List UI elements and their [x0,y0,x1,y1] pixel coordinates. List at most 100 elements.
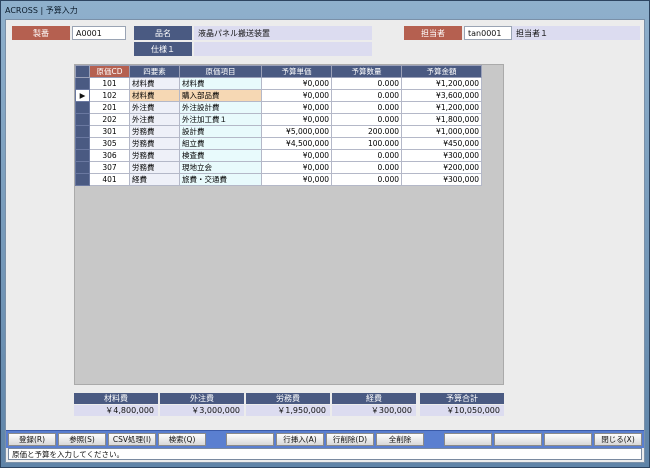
col-header-kingaku[interactable]: 予算金額 [401,65,482,78]
tanto-label: 担当者 [404,26,462,40]
sum-romu-label: 労務費 [246,393,330,404]
gyou-sounyu-button[interactable]: 行挿入(A) [276,433,324,446]
cell-youso[interactable]: 経費 [129,173,180,186]
cell-suryo[interactable]: 0.000 [331,89,402,102]
cell-cd[interactable]: 201 [89,101,130,114]
cell-tanka[interactable]: ¥0,000 [261,77,332,90]
sansho-button[interactable]: 参照(S) [58,433,106,446]
cell-kingaku[interactable]: ¥450,000 [401,137,482,150]
col-header-suryo[interactable]: 予算数量 [331,65,402,78]
cell-suryo[interactable]: 0.000 [331,173,402,186]
gyou-sakujo-button[interactable]: 行削除(D) [326,433,374,446]
cell-suryo[interactable]: 0.000 [331,101,402,114]
seiban-input[interactable]: A0001 [72,26,126,40]
cell-kingaku[interactable]: ¥200,000 [401,161,482,174]
row-header[interactable] [75,137,90,150]
cell-cd[interactable]: 401 [89,173,130,186]
cell-tanka[interactable]: ¥0,000 [261,101,332,114]
kensaku-button[interactable]: 検索(Q) [158,433,206,446]
blank-button-3[interactable] [494,433,542,446]
cell-suryo[interactable]: 0.000 [331,149,402,162]
cell-suryo[interactable]: 100.000 [331,137,402,150]
cell-tanka[interactable]: ¥0,000 [261,89,332,102]
cell-koumoku[interactable]: 外注加工費１ [179,113,262,126]
cell-cd[interactable]: 101 [89,77,130,90]
row-header[interactable] [75,125,90,138]
cell-youso[interactable]: 労務費 [129,161,180,174]
cell-koumoku[interactable]: 現地立会 [179,161,262,174]
row-header[interactable] [75,101,90,114]
blank-button-4[interactable] [544,433,592,446]
cell-cd[interactable]: 301 [89,125,130,138]
cell-suryo[interactable]: 0.000 [331,113,402,126]
cell-koumoku[interactable]: 材料費 [179,77,262,90]
sum-total-value: ￥10,050,000 [420,405,504,416]
sum-keihi-value: ￥300,000 [332,405,416,416]
zen-sakujo-button[interactable]: 全削除 [376,433,424,446]
cell-tanka[interactable]: ¥0,000 [261,149,332,162]
selected-row-marker-icon[interactable]: ▶ [75,89,90,102]
table-row[interactable]: 202 外注費 外注加工費１ ¥0,000 0.000 ¥1,800,000 [75,113,482,126]
cell-kingaku[interactable]: ¥1,800,000 [401,113,482,126]
cell-kingaku[interactable]: ¥1,200,000 [401,77,482,90]
cell-suryo[interactable]: 0.000 [331,161,402,174]
col-header-koumoku[interactable]: 原価項目 [179,65,262,78]
table-row[interactable]: 306 労務費 検査費 ¥0,000 0.000 ¥300,000 [75,149,482,162]
col-header-cd[interactable]: 原価CD [89,65,130,78]
cell-tanka[interactable]: ¥0,000 [261,161,332,174]
table-row[interactable]: 301 労務費 設計費 ¥5,000,000 200.000 ¥1,000,00… [75,125,482,138]
cell-kingaku[interactable]: ¥1,000,000 [401,125,482,138]
row-header[interactable] [75,161,90,174]
cell-koumoku[interactable]: 外注設計費 [179,101,262,114]
table-row[interactable]: 101 材料費 材料費 ¥0,000 0.000 ¥1,200,000 [75,77,482,90]
row-header[interactable] [75,77,90,90]
row-header[interactable] [75,113,90,126]
cell-youso[interactable]: 労務費 [129,125,180,138]
cell-cd[interactable]: 307 [89,161,130,174]
cell-suryo[interactable]: 0.000 [331,77,402,90]
cell-youso[interactable]: 外注費 [129,101,180,114]
cell-kingaku[interactable]: ¥300,000 [401,173,482,186]
cell-youso[interactable]: 労務費 [129,137,180,150]
shiyo-value [194,42,372,56]
cell-kingaku[interactable]: ¥1,200,000 [401,101,482,114]
touroku-button[interactable]: 登録(R) [8,433,56,446]
cell-youso[interactable]: 材料費 [129,77,180,90]
col-header-tanka[interactable]: 予算単価 [261,65,332,78]
table-row[interactable]: 201 外注費 外注設計費 ¥0,000 0.000 ¥1,200,000 [75,101,482,114]
cell-youso[interactable]: 外注費 [129,113,180,126]
grid-header-row: 原価CD 四要素 原価項目 予算単価 予算数量 予算金額 [75,65,482,78]
cell-tanka[interactable]: ¥0,000 [261,113,332,126]
table-row[interactable]: 307 労務費 現地立会 ¥0,000 0.000 ¥200,000 [75,161,482,174]
cell-suryo[interactable]: 200.000 [331,125,402,138]
cell-koumoku[interactable]: 検査費 [179,149,262,162]
cell-tanka[interactable]: ¥0,000 [261,173,332,186]
cell-kingaku[interactable]: ¥300,000 [401,149,482,162]
cell-koumoku[interactable]: 組立費 [179,137,262,150]
row-header[interactable] [75,149,90,162]
cell-cd[interactable]: 102 [89,89,130,102]
csv-button[interactable]: CSV処理(I) [108,433,156,446]
cell-cd[interactable]: 202 [89,113,130,126]
cell-tanka[interactable]: ¥4,500,000 [261,137,332,150]
blank-button-2[interactable] [444,433,492,446]
cell-tanka[interactable]: ¥5,000,000 [261,125,332,138]
col-header-youso[interactable]: 四要素 [129,65,180,78]
cell-koumoku[interactable]: 旅費・交通費 [179,173,262,186]
cell-youso[interactable]: 材料費 [129,89,180,102]
tojiru-button[interactable]: 閉じる(X) [594,433,642,446]
sum-total-label: 予算合計 [420,393,504,404]
cell-koumoku[interactable]: 購入部品費 [179,89,262,102]
tanto-code-input[interactable]: tan0001 [464,26,512,40]
cell-cd[interactable]: 305 [89,137,130,150]
blank-button-1[interactable] [226,433,274,446]
row-header[interactable] [75,173,90,186]
table-row[interactable]: 305 労務費 組立費 ¥4,500,000 100.000 ¥450,000 [75,137,482,150]
cell-koumoku[interactable]: 設計費 [179,125,262,138]
table-row[interactable]: 401 経費 旅費・交通費 ¥0,000 0.000 ¥300,000 [75,173,482,186]
table-row-selected[interactable]: ▶ 102 材料費 購入部品費 ¥0,000 0.000 ¥3,600,000 [75,89,482,102]
cell-cd[interactable]: 306 [89,149,130,162]
cell-kingaku[interactable]: ¥3,600,000 [401,89,482,102]
function-key-bar: 登録(R) 参照(S) CSV処理(I) 検索(Q) 行挿入(A) 行削除(D)… [6,430,644,448]
cell-youso[interactable]: 労務費 [129,149,180,162]
